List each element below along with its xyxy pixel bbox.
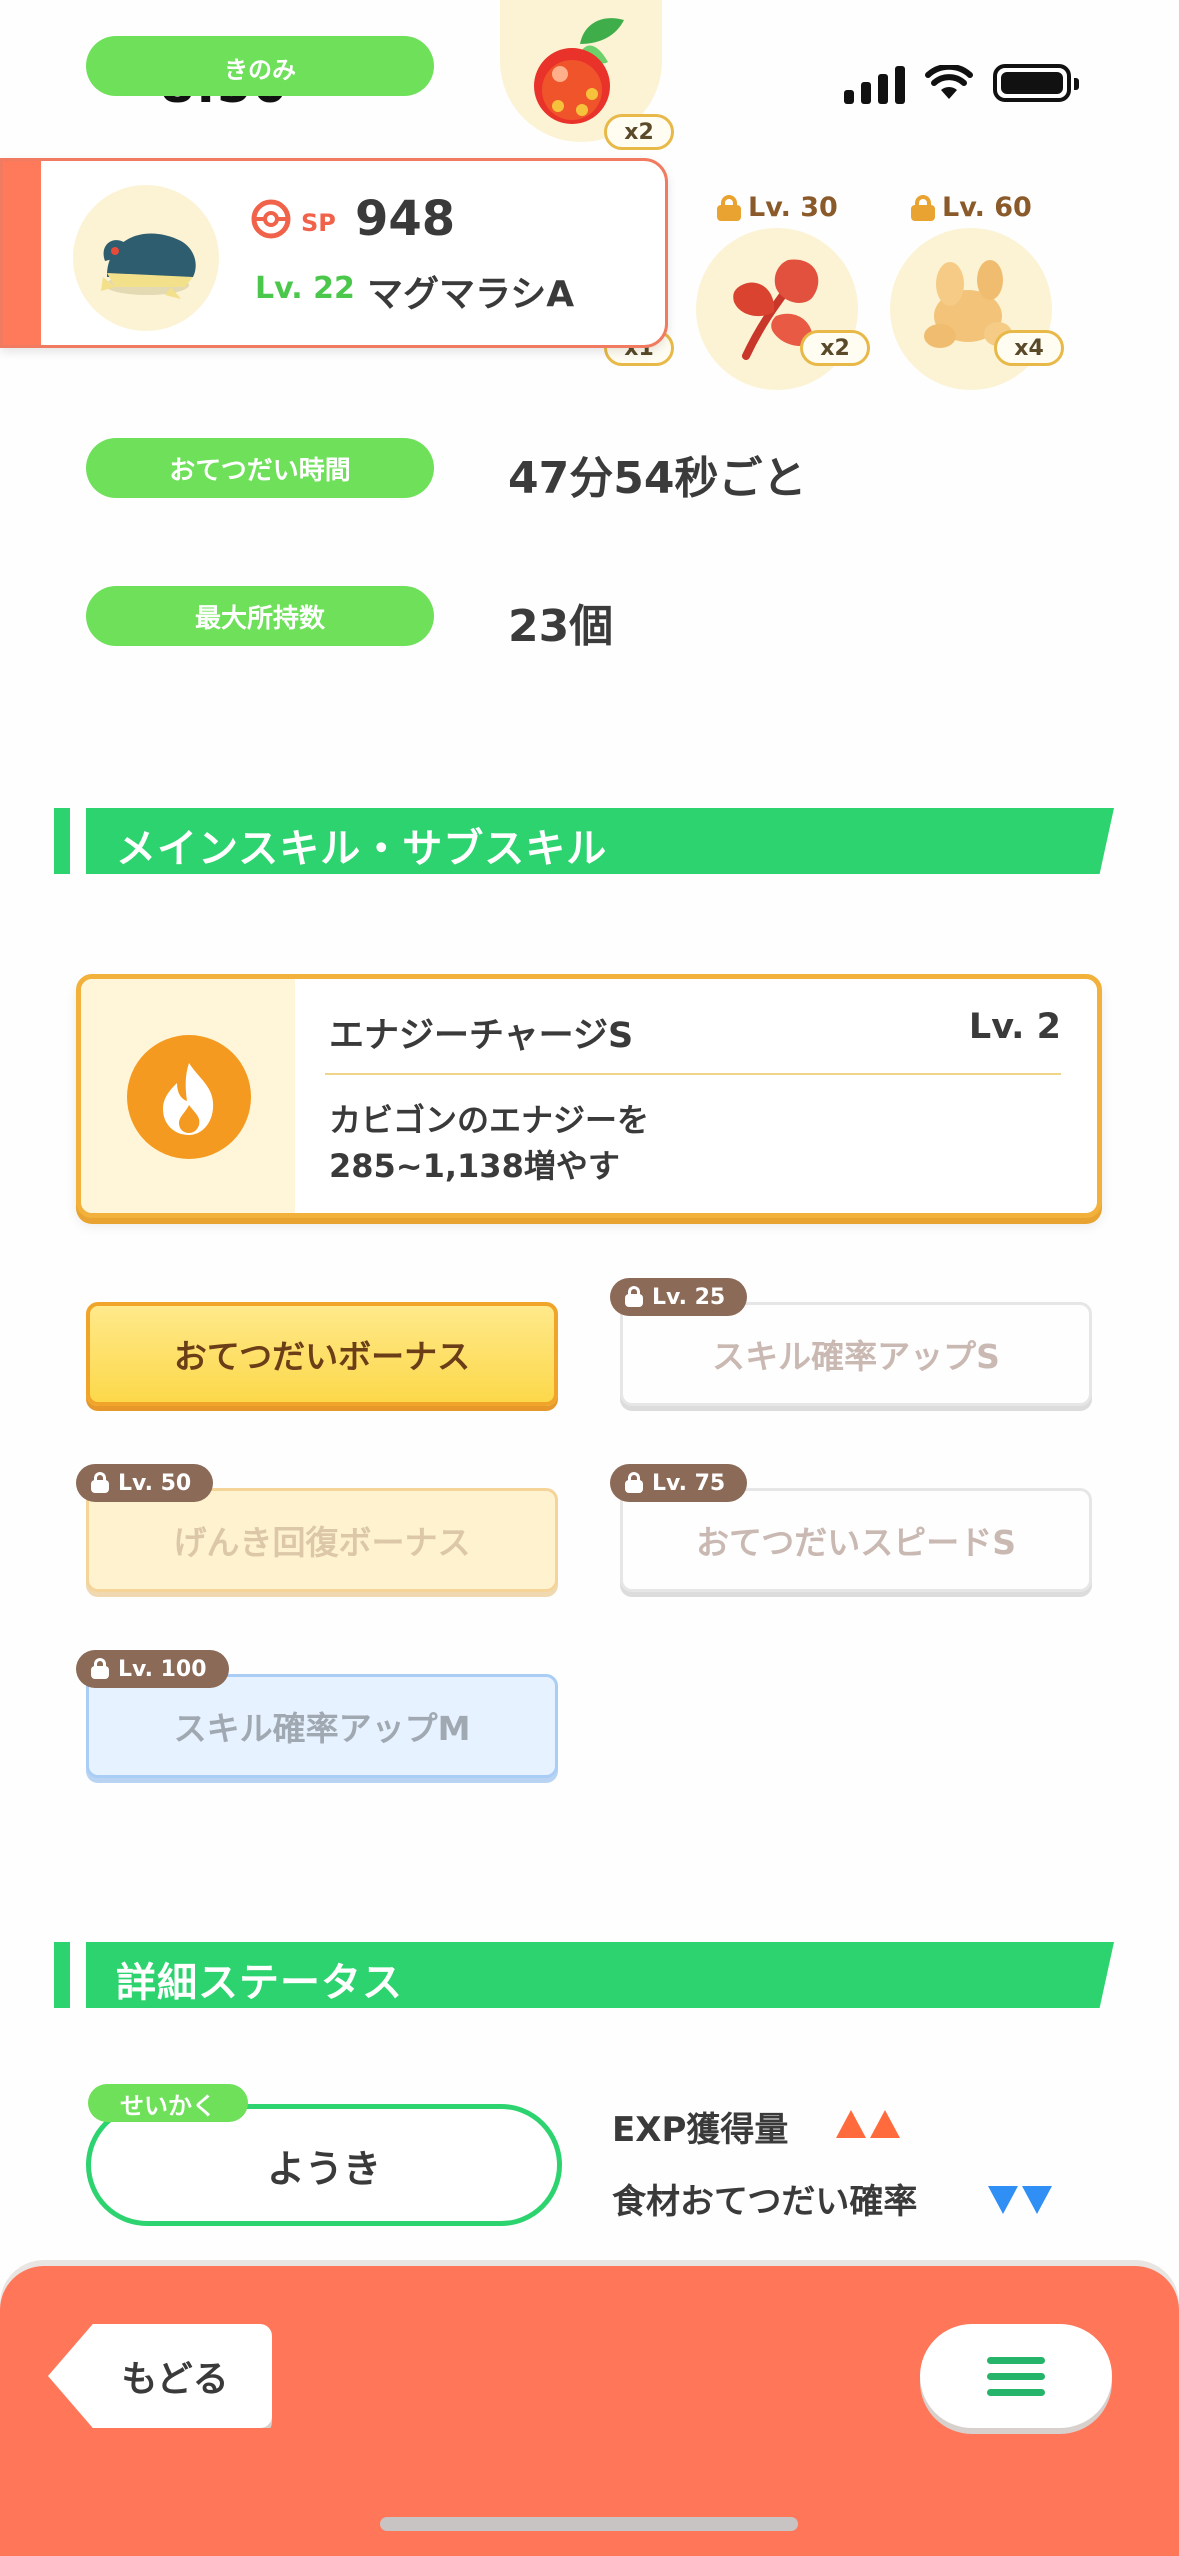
nature-tag: せいかく	[88, 2084, 248, 2122]
wifi-icon	[925, 65, 973, 99]
sub-skill-name: おてつだいスピードS	[695, 1523, 1017, 1562]
lock-level-text: Lv. 60	[942, 192, 1032, 223]
berry-icon	[534, 18, 624, 124]
sub-skill-lock-tag: Lv. 25	[610, 1278, 748, 1316]
details-section-title: 詳細ステータス	[116, 1960, 403, 2006]
berry-label-pill: きのみ	[86, 36, 434, 96]
berry-quantity-badge: x2	[604, 114, 674, 150]
effect-label-ingredient: 食材おてつだい確率	[612, 2182, 918, 2222]
ingredient-lock-level: Lv. 30	[716, 192, 838, 223]
berry-label: きのみ	[224, 56, 296, 84]
sp-value: 948	[355, 191, 456, 247]
pokemon-avatar	[73, 185, 219, 331]
lock-icon	[90, 1472, 110, 1494]
max-carry-label: 最大所持数	[194, 603, 325, 634]
flame-icon	[163, 1063, 214, 1135]
up-arrows-icon	[836, 2110, 900, 2138]
sub-skill-button[interactable]: おてつだいスピードS	[620, 1488, 1092, 1592]
pokemon-name: マグマラシA	[367, 274, 575, 315]
main-skill-level: Lv. 2	[968, 1007, 1061, 1047]
down-arrows-icon	[988, 2186, 1052, 2214]
back-button-label: もどる	[121, 2359, 229, 2400]
status-icons	[844, 62, 1079, 104]
skills-section-title: メインスキル・サブスキル	[116, 826, 608, 872]
lock-icon	[624, 1472, 644, 1494]
effect-label-exp: EXP獲得量	[612, 2110, 789, 2150]
sub-skill-name: スキル確率アップS	[712, 1337, 1000, 1376]
ingredient-quantity-badge: x2	[800, 330, 870, 366]
sub-skill-lock-tag: Lv. 50	[76, 1464, 214, 1502]
hamburger-menu-icon[interactable]	[920, 2324, 1112, 2428]
pokeball-icon	[251, 199, 291, 239]
lock-icon	[716, 194, 742, 221]
fire-skill-icon	[127, 1035, 251, 1159]
sub-skill-button[interactable]: スキル確率アップM	[86, 1674, 558, 1778]
lock-icon	[90, 1658, 110, 1680]
divider	[325, 1073, 1061, 1075]
pokemon-sprite	[101, 233, 196, 299]
sub-skill-name: げんき回復ボーナス	[173, 1523, 471, 1562]
main-skill-description: カビゴンのエナジーを 285~1,138増やす	[329, 1101, 650, 1185]
header-accent-stripe	[3, 161, 41, 345]
back-button[interactable]: もどる	[48, 2324, 272, 2428]
pokemon-level: Lv. 22	[255, 271, 355, 306]
home-indicator[interactable]	[380, 2517, 798, 2531]
max-carry-value: 23個	[508, 601, 614, 652]
sub-skill-button[interactable]: おてつだいボーナス	[86, 1302, 558, 1406]
lock-icon	[910, 194, 936, 221]
sub-skill-lock-tag: Lv. 100	[76, 1650, 229, 1688]
max-carry-label-pill: 最大所持数	[86, 586, 434, 646]
skills-section-banner: メインスキル・サブスキル	[54, 808, 1114, 874]
sub-skill-lock-tag: Lv. 75	[610, 1464, 748, 1502]
details-section-banner: 詳細ステータス	[54, 1942, 1114, 2008]
sp-label: SP	[301, 209, 336, 237]
sub-skill-button[interactable]: げんき回復ボーナス	[86, 1488, 558, 1592]
cellular-signal-icon	[844, 62, 905, 104]
lock-level-text: Lv. 30	[748, 192, 838, 223]
nature-box: ようき	[86, 2104, 562, 2226]
pokemon-header-card: SP 948 Lv. 22 マグマラシA	[0, 158, 668, 348]
help-time-label: おてつだい時間	[169, 455, 351, 486]
ingredient-lock-level: Lv. 60	[910, 192, 1032, 223]
sub-skill-name: スキル確率アップM	[173, 1709, 471, 1748]
sub-skill-button[interactable]: スキル確率アップS	[620, 1302, 1092, 1406]
help-time-value: 47分54秒ごと	[508, 453, 807, 504]
nature-value: ようき	[266, 2146, 381, 2191]
help-time-label-pill: おてつだい時間	[86, 438, 434, 498]
lock-icon	[624, 1286, 644, 1308]
sub-skill-name: おてつだいボーナス	[173, 1337, 471, 1376]
main-skill-card[interactable]: エナジーチャージS Lv. 2 カビゴンのエナジーを 285~1,138増やす	[76, 974, 1102, 1218]
main-skill-name: エナジーチャージS	[329, 1016, 634, 1056]
ingredient-quantity-badge: x4	[994, 330, 1064, 366]
battery-icon	[993, 64, 1079, 102]
